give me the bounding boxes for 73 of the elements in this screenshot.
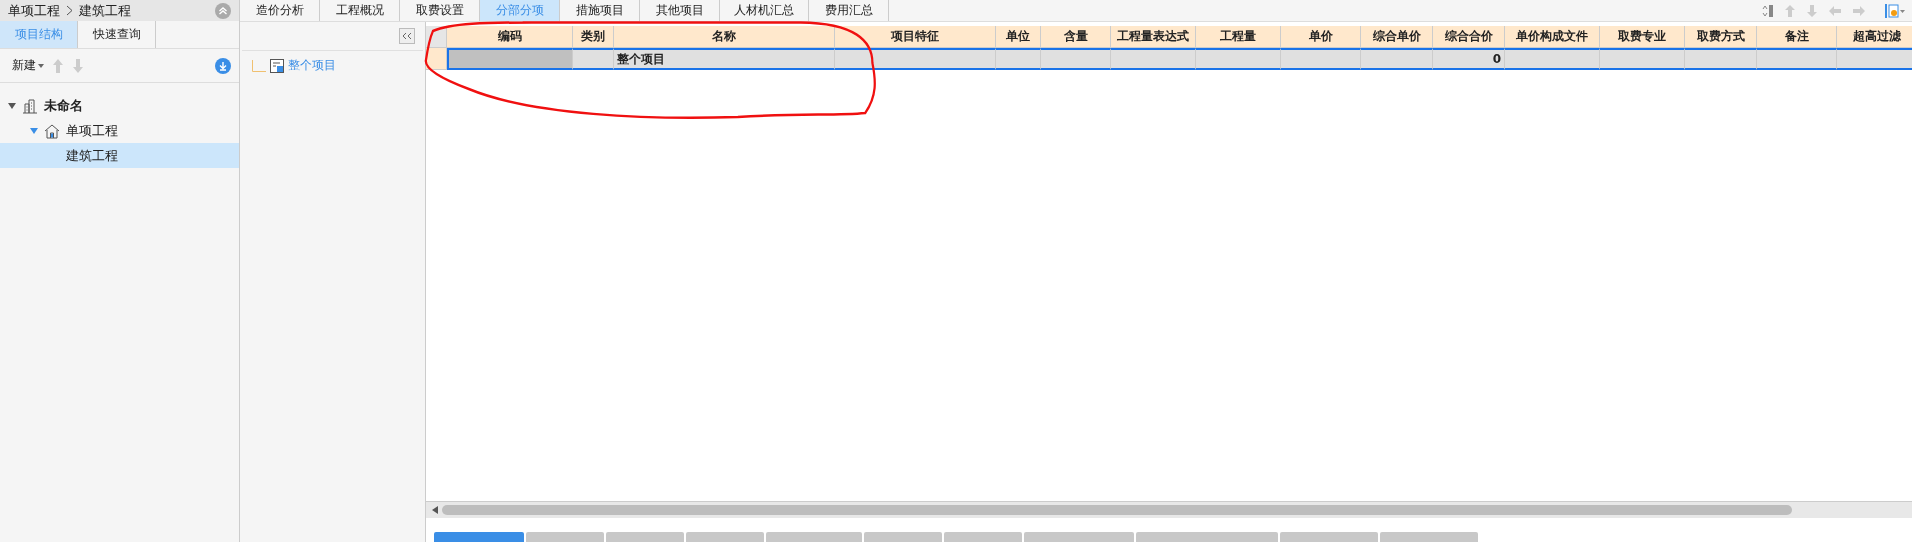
breadcrumb-item[interactable]: 建筑工程 [79,1,131,20]
tab[interactable]: 措施项目 [560,0,640,21]
bottom-tab[interactable] [944,532,1022,542]
arrow-down-icon[interactable] [1806,3,1818,18]
column-header[interactable]: 工程量 [1196,26,1281,48]
tab[interactable]: 造价分析 [240,0,320,21]
tab[interactable]: 其他项目 [640,0,720,21]
sort-icon[interactable] [1762,3,1774,18]
column-header[interactable]: 综合单价 [1361,26,1433,48]
table-cell [1361,48,1433,70]
column-header[interactable]: 类别 [573,26,614,48]
scroll-left-icon[interactable] [432,506,438,514]
bottom-tab[interactable] [1136,532,1278,542]
column-header[interactable]: 综合合价 [1433,26,1505,48]
bottom-tab[interactable] [1380,532,1478,542]
caret-icon[interactable] [8,102,16,109]
bottom-tab[interactable] [606,532,684,542]
panel-tab[interactable]: 快速查询 [78,21,156,48]
bottom-tab[interactable] [1280,532,1378,542]
table-cell: 0 [1433,48,1505,70]
list-icon [270,58,284,73]
bottom-tab[interactable] [864,532,942,542]
tree-item[interactable]: 建筑工程 [0,143,239,168]
column-header[interactable]: 单价 [1281,26,1361,48]
column-header[interactable]: 单价构成文件 [1505,26,1600,48]
tree-label: 单项工程 [66,121,118,140]
move-up-icon[interactable] [52,57,64,74]
table-cell [996,48,1041,70]
bottom-tab[interactable] [434,532,524,542]
caret-icon[interactable] [30,127,38,134]
tab[interactable]: 工程概况 [320,0,400,21]
table-cell [573,48,614,70]
tree-item[interactable]: 未命名 [0,93,239,118]
move-down-icon[interactable] [72,57,84,74]
column-header[interactable]: 取费方式 [1685,26,1757,48]
double-chevron-left-icon [402,32,412,40]
bottom-tab[interactable] [526,532,604,542]
tab[interactable]: 费用汇总 [809,0,889,21]
settings-dropdown-icon[interactable] [1884,2,1906,19]
house-icon [44,122,60,139]
bottom-tab[interactable] [1024,532,1134,542]
download-icon[interactable] [215,57,231,74]
tab[interactable]: 人材机汇总 [720,0,809,21]
new-dropdown-button[interactable]: 新建 [12,57,44,74]
tree-label: 未命名 [44,96,83,115]
caret-icon [38,63,44,68]
collapse-left-button[interactable] [399,28,415,44]
table-cell [1041,48,1111,70]
column-header[interactable]: 备注 [1757,26,1837,48]
horizontal-scrollbar[interactable] [426,501,1912,518]
column-header[interactable]: 编码 [447,26,573,48]
column-header[interactable]: 项目特征 [835,26,996,48]
table-cell: 整个项目 [614,48,835,70]
arrow-right-icon[interactable] [1852,4,1866,17]
column-header[interactable]: 含量 [1041,26,1111,48]
collapse-up-icon[interactable] [215,2,231,19]
tree-item[interactable]: 单项工程 [0,118,239,143]
table-row[interactable]: 整个项目 0 [426,48,1912,70]
breadcrumb-item[interactable]: 单项工程 [8,1,60,20]
column-header[interactable]: 名称 [614,26,835,48]
table-cell [1685,48,1757,70]
arrow-up-icon[interactable] [1784,3,1796,18]
bottom-tab[interactable] [766,532,862,542]
tree-label: 建筑工程 [66,146,118,165]
column-header[interactable]: 超高过滤 [1837,26,1912,48]
tree-connector-line [252,59,266,72]
column-header[interactable]: 单位 [996,26,1041,48]
chevron-right-icon [66,5,73,16]
column-header[interactable]: 工程量表达式 [1111,26,1196,48]
arrow-left-icon[interactable] [1828,4,1842,17]
building-icon [22,97,38,114]
bottom-tab[interactable] [686,532,764,542]
column-header[interactable]: 取费专业 [1600,26,1685,48]
